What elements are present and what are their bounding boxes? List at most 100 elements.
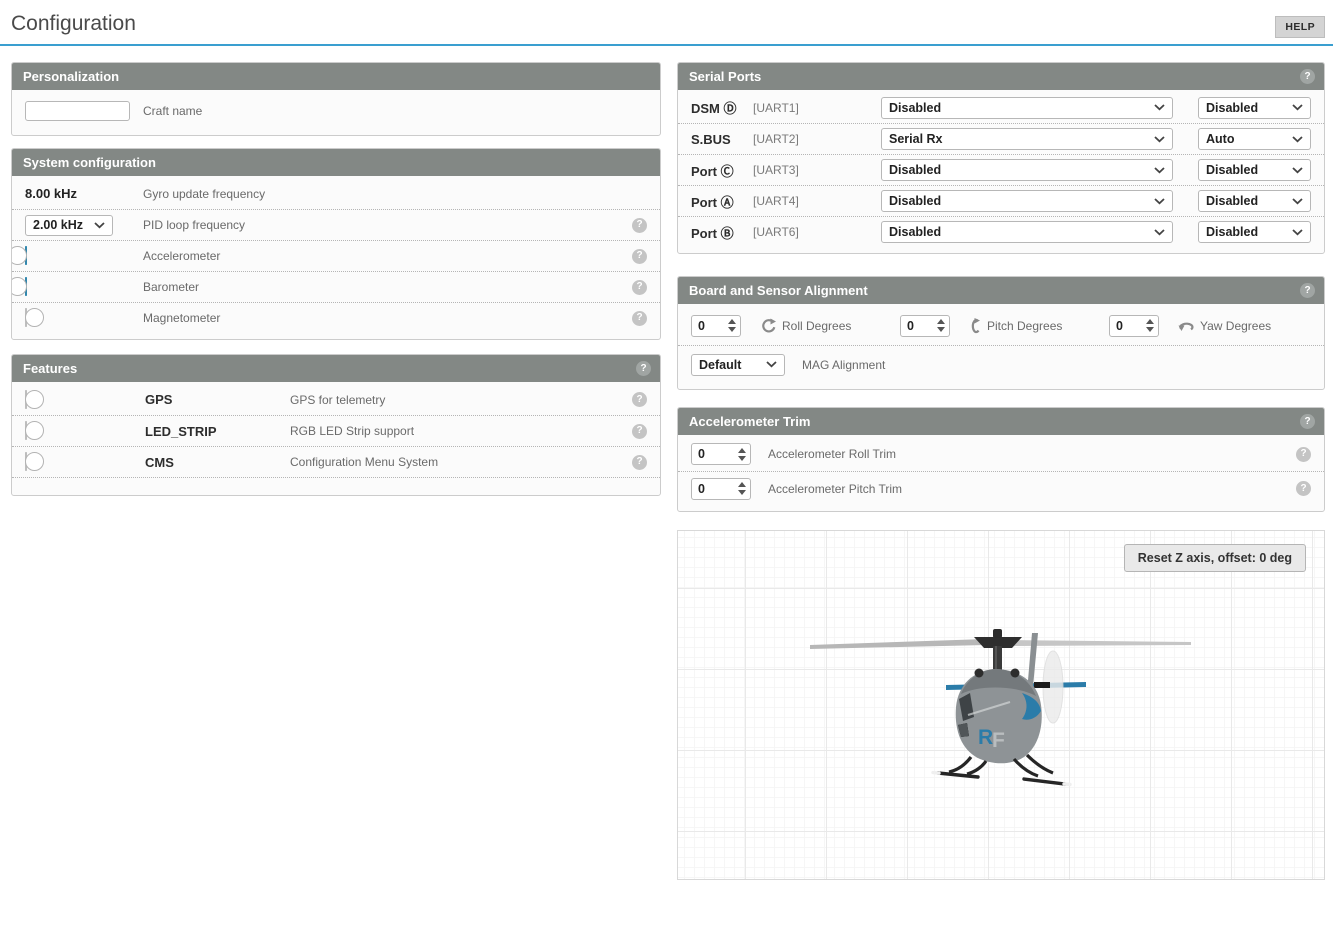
spinner-up-icon[interactable] [937,319,945,324]
left-column: Personalization Craft name System config… [11,62,661,496]
port-function-select[interactable]: Disabled [881,190,1173,212]
accelerometer-trim-header: Accelerometer Trim ? [678,408,1324,435]
spinner-down-icon[interactable] [1146,327,1154,332]
feature-name: GPS [145,392,290,407]
yaw-degrees-spinner[interactable]: 0 [1109,315,1159,337]
craft-name-label: Craft name [143,104,202,118]
gyro-frequency-row: 8.00 kHz Gyro update frequency [12,178,660,209]
panel-title: Features [23,361,77,376]
port-function-select[interactable]: Disabled [881,159,1173,181]
spinner-up-icon[interactable] [738,448,746,453]
mag-alignment-row: Default MAG Alignment [678,345,1324,383]
spinner-up-icon[interactable] [728,319,736,324]
mag-alignment-select[interactable]: Default [691,354,785,376]
accelerometer-trim-panel: Accelerometer Trim ? 0 Accelerometer Rol… [677,407,1325,512]
toggle-knob [11,277,27,296]
serial-ports-header: Serial Ports ? [678,63,1324,90]
help-icon[interactable]: ? [1296,447,1311,462]
pitch-degrees-spinner[interactable]: 0 [900,315,950,337]
personalization-header: Personalization [12,63,660,90]
magnetometer-label: Magnetometer [143,311,220,325]
board-alignment-header: Board and Sensor Alignment ? [678,277,1324,304]
feature-desc: Configuration Menu System [290,455,438,469]
port-name: Port Ⓑ [691,223,753,242]
cms-toggle[interactable] [25,452,27,471]
yaw-degrees-label: Yaw Degrees [1200,319,1271,333]
svg-text:F: F [992,729,1005,752]
led-strip-toggle[interactable] [25,421,27,440]
port-name: S.BUS [691,132,753,147]
port-uart: [UART6] [753,225,881,239]
serial-ports-panel: Serial Ports ? DSM Ⓓ [UART1] Disabled Di… [677,62,1325,254]
help-icon[interactable]: ? [632,249,647,264]
accelerometer-row: Accelerometer ? [12,240,660,271]
panel-title: Board and Sensor Alignment [689,283,868,298]
mag-alignment-label: MAG Alignment [802,358,885,372]
port-uart: [UART3] [753,163,881,177]
toggle-knob [25,308,44,327]
barometer-toggle[interactable] [25,277,27,296]
toggle-knob [11,246,27,265]
roll-degrees-label: Roll Degrees [782,319,851,333]
port-uart: [UART2] [753,132,881,146]
accel-pitch-trim-spinner[interactable]: 0 [691,478,751,500]
spinner-up-icon[interactable] [1146,319,1154,324]
model-viewer[interactable]: Reset Z axis, offset: 0 deg [677,530,1325,880]
divider [12,477,660,489]
gyro-frequency-value: 8.00 kHz [25,186,143,201]
spinner-up-icon[interactable] [738,482,746,487]
reset-z-axis-button[interactable]: Reset Z axis, offset: 0 deg [1124,544,1306,572]
port-function-select[interactable]: Disabled [881,221,1173,243]
help-button[interactable]: HELP [1275,16,1325,38]
serial-port-row: Port Ⓐ [UART4] Disabled Disabled [678,185,1324,216]
port-telemetry-select[interactable]: Disabled [1198,190,1311,212]
roll-degrees-spinner[interactable]: 0 [691,315,741,337]
personalization-panel: Personalization Craft name [11,62,661,136]
serial-port-row: S.BUS [UART2] Serial Rx Auto [678,123,1324,154]
help-icon[interactable]: ? [632,424,647,439]
spinner-down-icon[interactable] [937,327,945,332]
accelerometer-toggle[interactable] [25,246,27,265]
help-icon[interactable]: ? [632,311,647,326]
spinner-down-icon[interactable] [738,456,746,461]
help-icon[interactable]: ? [1296,481,1311,496]
features-body: GPS GPS for telemetry ? LED_STRIP RGB LE… [12,382,660,495]
port-function-select[interactable]: Serial Rx [881,128,1173,150]
pid-frequency-row: 2.00 kHz PID loop frequency ? [12,209,660,240]
craft-name-input[interactable] [25,101,130,121]
port-function-select[interactable]: Disabled [881,97,1173,119]
help-icon[interactable]: ? [1300,69,1315,84]
feature-name: LED_STRIP [145,424,290,439]
port-telemetry-select[interactable]: Disabled [1198,97,1311,119]
feature-desc: GPS for telemetry [290,393,385,407]
barometer-label: Barometer [143,280,199,294]
help-icon[interactable]: ? [632,280,647,295]
help-icon[interactable]: ? [632,218,647,233]
spinner-down-icon[interactable] [728,327,736,332]
chevron-down-icon [1292,104,1303,111]
chevron-down-icon [766,361,777,368]
roll-rotation-icon [760,318,776,334]
gps-toggle[interactable] [25,390,27,409]
help-icon[interactable]: ? [632,455,647,470]
accelerometer-trim-body: 0 Accelerometer Roll Trim ? 0 Accelerome… [678,435,1324,511]
spinner-down-icon[interactable] [738,490,746,495]
magnetometer-toggle[interactable] [25,308,27,327]
features-header: Features ? [12,355,660,382]
serial-port-row: Port Ⓒ [UART3] Disabled Disabled [678,154,1324,185]
pid-frequency-select[interactable]: 2.00 kHz [25,215,113,236]
pitch-rotation-icon [969,318,981,334]
panel-title: System configuration [23,155,156,170]
help-icon[interactable]: ? [632,392,647,407]
port-telemetry-select[interactable]: Disabled [1198,221,1311,243]
toggle-knob [25,390,44,409]
accel-roll-trim-spinner[interactable]: 0 [691,443,751,465]
accelerometer-label: Accelerometer [143,249,220,263]
port-telemetry-select[interactable]: Disabled [1198,159,1311,181]
pitch-degrees-label: Pitch Degrees [987,319,1062,333]
help-icon[interactable]: ? [1300,283,1315,298]
help-icon[interactable]: ? [636,361,651,376]
port-telemetry-select[interactable]: Auto [1198,128,1311,150]
barometer-row: Barometer ? [12,271,660,302]
help-icon[interactable]: ? [1300,414,1315,429]
